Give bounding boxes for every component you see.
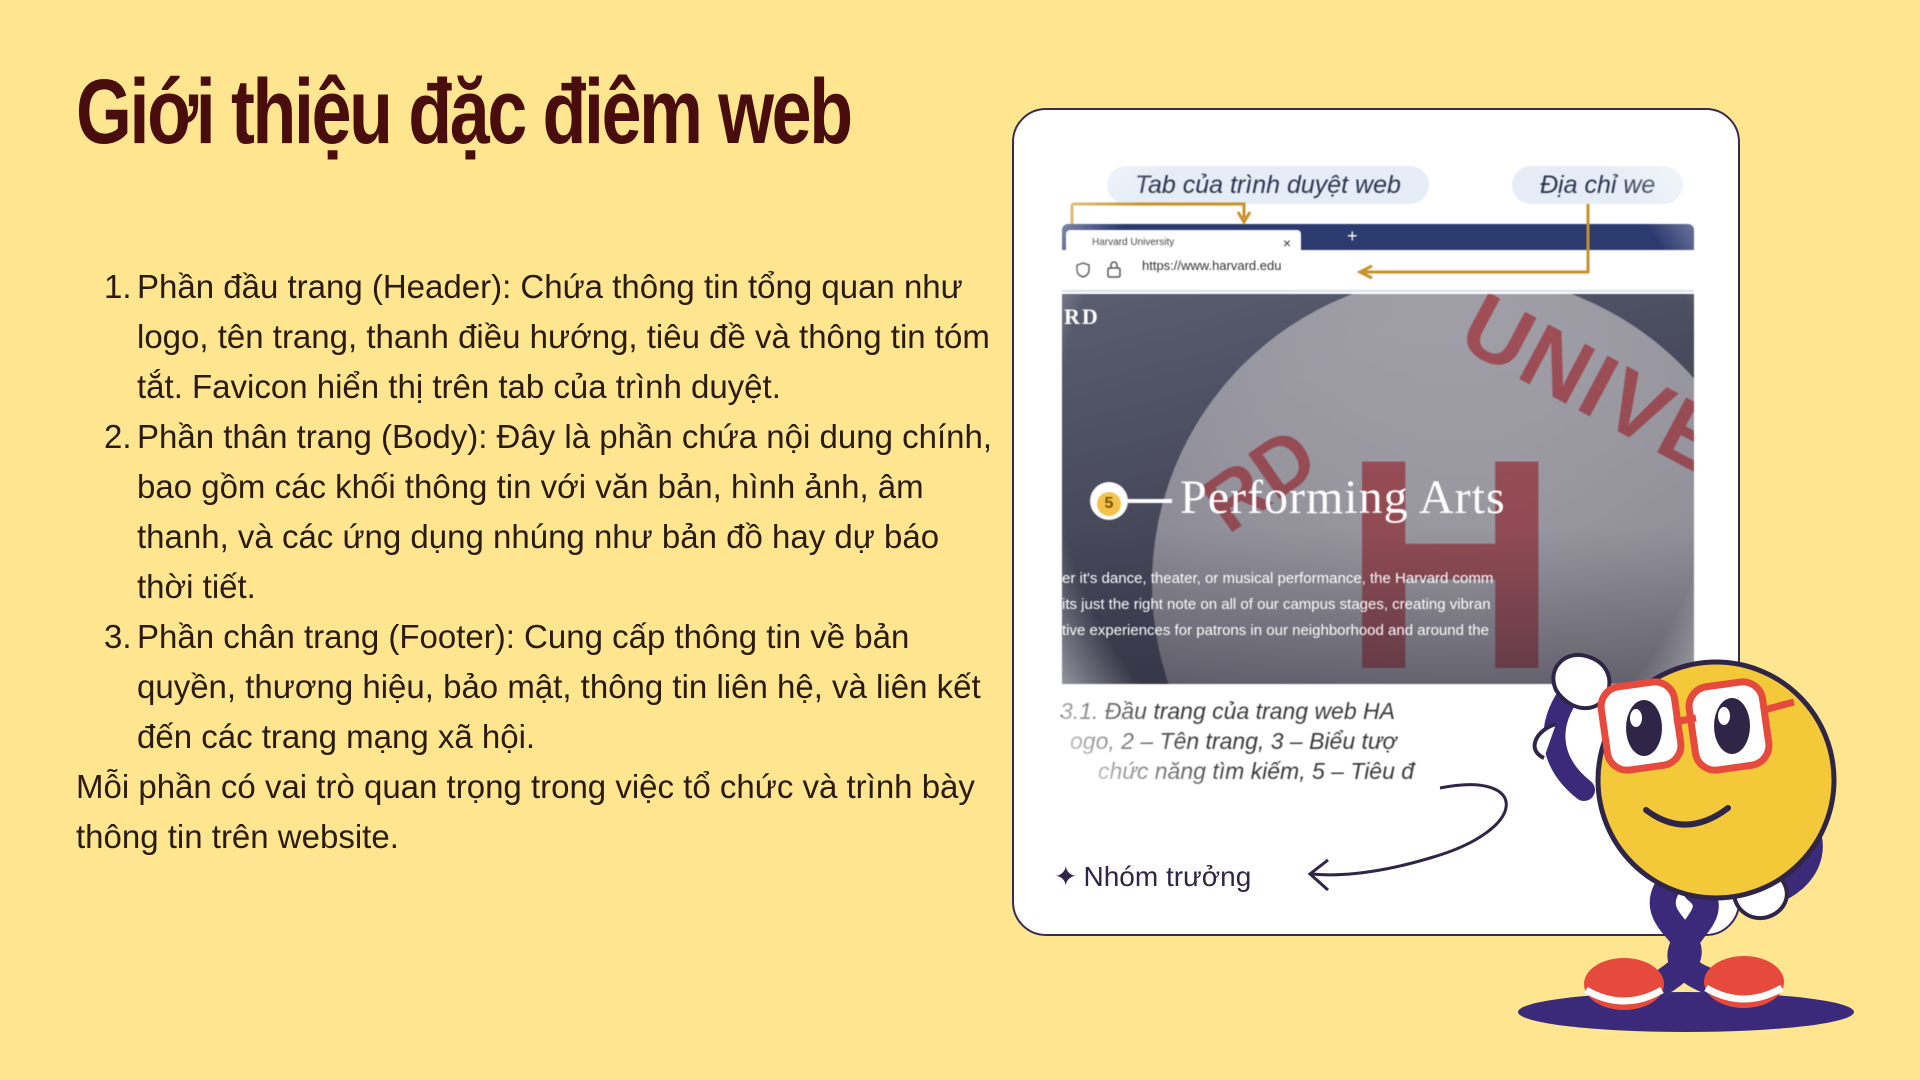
list-text: Phần chân trang (Footer): Cung cấp thông… — [137, 618, 981, 755]
leader-label: ✦ Nhóm trưởng — [1054, 860, 1251, 893]
leader-text: Nhóm trưởng — [1083, 861, 1252, 892]
smiley-mascot — [1518, 652, 1854, 1032]
list-item: 1. Phần đầu trang (Header): Chứa thông t… — [76, 262, 1001, 412]
list-text: Phần thân trang (Body): Đây là phần chứa… — [137, 418, 992, 605]
list-number: 3. — [104, 618, 132, 655]
list-item: 2. Phần thân trang (Body): Đây là phần c… — [76, 412, 1001, 612]
slide: Giới thiệu đặc điêm web 1. Phần đầu tran… — [0, 0, 1920, 1080]
sparkle-icon: ✦ — [1054, 861, 1078, 892]
list-item: 3. Phần chân trang (Footer): Cung cấp th… — [76, 612, 1001, 762]
slide-title: Giới thiệu đặc điêm web — [76, 61, 853, 163]
summary-text: Mỗi phần có vai trò quan trọng trong việ… — [76, 768, 975, 855]
feature-list: 1. Phần đầu trang (Header): Chứa thông t… — [76, 262, 1001, 762]
list-text: Phần đầu trang (Header): Chứa thông tin … — [137, 268, 990, 405]
list-number: 1. — [104, 268, 132, 305]
list-number: 2. — [104, 418, 132, 455]
content-block: 1. Phần đầu trang (Header): Chứa thông t… — [76, 262, 1001, 862]
